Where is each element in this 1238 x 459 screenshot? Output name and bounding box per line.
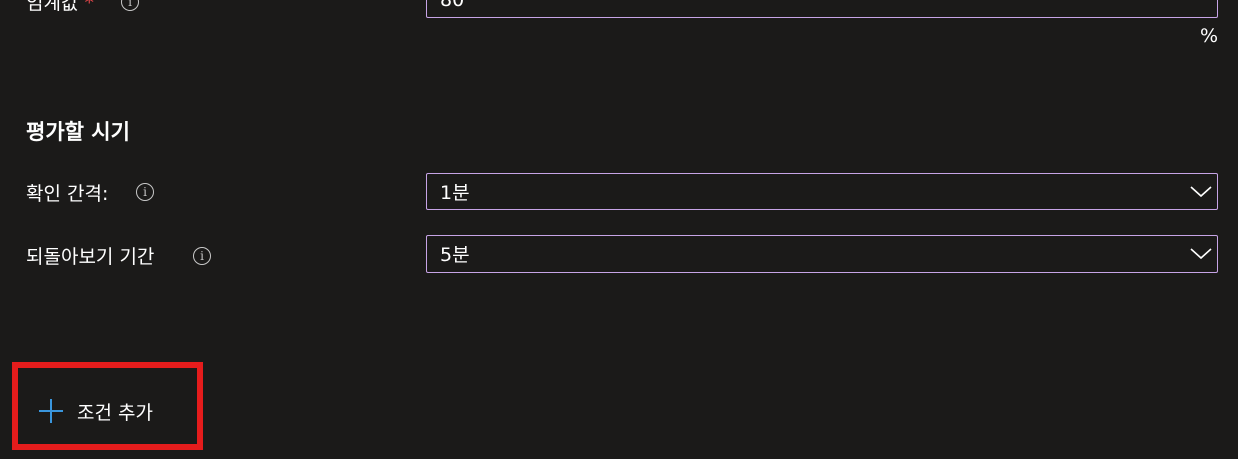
chevron-down-icon xyxy=(1190,186,1212,198)
threshold-unit: % xyxy=(1200,25,1219,47)
threshold-label: 임계값 * xyxy=(26,0,94,15)
lookback-period-value: 5분 xyxy=(440,244,470,266)
info-icon[interactable]: i xyxy=(193,247,211,265)
check-interval-value: 1분 xyxy=(440,182,470,204)
lookback-period-select[interactable]: 5분 xyxy=(426,235,1218,273)
threshold-label-text: 임계값 xyxy=(26,0,79,14)
section-title: 평가할 시기 xyxy=(26,120,130,144)
info-icon[interactable]: i xyxy=(121,0,139,11)
lookback-period-label: 되돌아보기 기간 xyxy=(26,246,155,268)
check-interval-label: 확인 간격: xyxy=(26,183,109,205)
add-condition-button[interactable]: 조건 추가 xyxy=(37,397,153,425)
info-icon[interactable]: i xyxy=(136,183,154,201)
plus-icon xyxy=(39,399,63,423)
check-interval-select[interactable]: 1분 xyxy=(426,173,1218,210)
threshold-input[interactable]: 80 xyxy=(426,0,1218,18)
required-marker: * xyxy=(84,0,95,14)
threshold-value: 80 xyxy=(440,0,465,11)
add-condition-label: 조건 추가 xyxy=(77,401,153,424)
chevron-down-icon xyxy=(1190,248,1212,260)
